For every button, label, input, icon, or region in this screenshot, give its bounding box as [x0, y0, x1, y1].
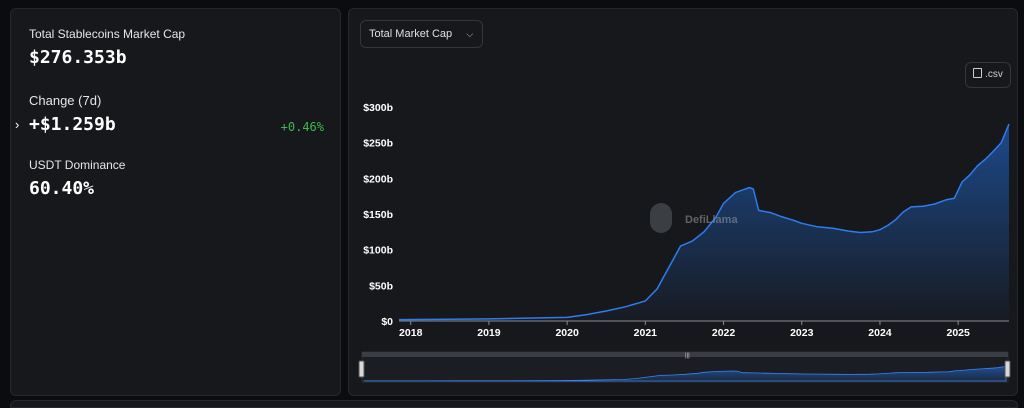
slider-left-handle[interactable]	[358, 360, 365, 378]
x-tick-label: 2024	[868, 327, 892, 339]
chart-panel: Total Market Cap ⌵ .csv $0 $50b $100b $150b…	[348, 8, 1018, 396]
y-tick-label: $100b	[363, 245, 393, 257]
x-tick-label: 2019	[477, 327, 501, 339]
stats-panel: Total Stablecoins Market Cap $276.353b C…	[10, 8, 341, 396]
market-cap-chart[interactable]: $0 $50b $100b $150b $200b $250b $300b 2018 2019…	[349, 9, 1019, 397]
x-tick-label: 2018	[399, 327, 423, 339]
market-cap-value: $276.353b	[29, 47, 127, 68]
watermark-text: DefiLlama	[685, 214, 738, 226]
x-tick-label: 2020	[555, 327, 579, 339]
x-tick-label: 2025	[946, 327, 970, 339]
change-label: Change (7d)	[29, 93, 102, 108]
llama-logo-icon	[650, 203, 672, 233]
y-tick-label: $150b	[363, 209, 393, 221]
slider-grip-icon[interactable]: |||	[685, 353, 690, 359]
range-slider[interactable]: |||	[358, 351, 1011, 383]
chevron-right-icon[interactable]: ›	[15, 117, 19, 132]
x-tick-label: 2022	[712, 327, 736, 339]
change-percent-badge: +0.46%	[280, 120, 324, 134]
dominance-label: USDT Dominance	[29, 158, 126, 172]
x-tick-label: 2021	[634, 327, 658, 339]
slider-right-handle[interactable]	[1004, 360, 1011, 378]
change-value: +$1.259b	[29, 114, 116, 135]
y-tick-label: $250b	[363, 138, 393, 150]
x-tick-label: 2023	[790, 327, 814, 339]
y-tick-label: $50b	[369, 280, 393, 292]
y-tick-label: $0	[381, 316, 393, 328]
y-tick-label: $300b	[363, 102, 393, 114]
y-tick-label: $200b	[363, 173, 393, 185]
next-panel-edge	[10, 400, 1018, 408]
dominance-value: 60.40%	[29, 178, 95, 199]
market-cap-label: Total Stablecoins Market Cap	[29, 27, 186, 41]
